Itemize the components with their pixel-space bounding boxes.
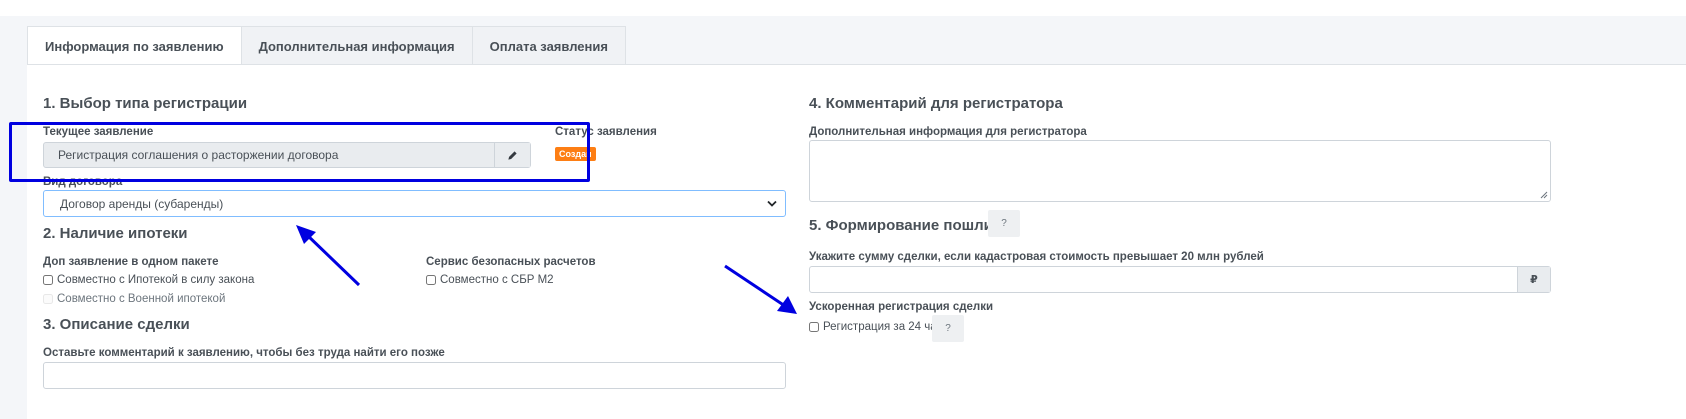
section3-title: 3. Описание сделки — [43, 316, 190, 333]
tab-payment[interactable]: Оплата заявления — [471, 26, 626, 65]
mortgage-by-law-checkbox[interactable]: Совместно с Ипотекой в силу закона — [43, 274, 254, 286]
current-application-field: Регистрация соглашения о расторжении дог… — [43, 142, 531, 168]
pencil-icon — [508, 150, 517, 160]
mortgage-by-law-input[interactable] — [43, 275, 53, 285]
tab-additional-info[interactable]: Дополнительная информация — [240, 26, 473, 65]
current-application-label: Текущее заявление — [43, 126, 154, 138]
fee-help-button[interactable]: ? — [988, 210, 1020, 237]
safe-payments-label: Сервис безопасных расчетов — [426, 256, 596, 268]
deal-sum-input[interactable]: ₽ — [809, 266, 1551, 293]
ruble-icon: ₽ — [1517, 267, 1550, 292]
current-application-value: Регистрация соглашения о расторжении дог… — [58, 148, 339, 162]
registrar-info-textarea[interactable] — [809, 140, 1551, 202]
package-label: Доп заявление в одном пакете — [43, 256, 219, 268]
comment-label: Оставьте комментарий к заявлению, чтобы … — [43, 347, 445, 359]
registration-24h-input[interactable] — [809, 322, 819, 332]
section5-title: 5. Формирование пошлины — [809, 217, 1015, 234]
contract-type-select[interactable]: Договор аренды (субаренды) — [43, 190, 786, 217]
military-mortgage-checkbox: Совместно с Военной ипотекой — [43, 293, 225, 305]
comment-input[interactable] — [43, 362, 786, 389]
military-mortgage-text: Совместно с Военной ипотекой — [57, 293, 226, 305]
registration-24h-text: Регистрация за 24 часа — [823, 321, 949, 333]
section2-title: 2. Наличие ипотеки — [43, 225, 188, 242]
sbr-m2-checkbox[interactable]: Совместно с СБР М2 — [426, 274, 554, 286]
chevron-down-icon — [767, 200, 777, 207]
tab-application-info[interactable]: Информация по заявлению — [27, 26, 242, 66]
mortgage-by-law-text: Совместно с Ипотекой в силу закона — [57, 274, 255, 286]
top-band — [0, 0, 1686, 16]
resize-grip-icon[interactable] — [1540, 191, 1548, 199]
contract-type-label: Вид договора — [43, 176, 123, 188]
fast-registration-label: Ускоренная регистрация сделки — [809, 301, 994, 313]
status-badge: Создан — [555, 147, 596, 161]
section4-title: 4. Комментарий для регистратора — [809, 95, 1063, 112]
sbr-m2-input[interactable] — [426, 275, 436, 285]
contract-type-value: Договор аренды (субаренды) — [60, 196, 224, 211]
status-label: Статус заявления — [555, 126, 657, 138]
edit-application-button[interactable] — [494, 143, 530, 167]
military-mortgage-input — [43, 294, 53, 304]
deal-sum-label: Укажите сумму сделки, если кадастровая с… — [809, 251, 1264, 263]
registration-24h-checkbox[interactable]: Регистрация за 24 часа — [809, 321, 949, 333]
section1-title: 1. Выбор типа регистрации — [43, 95, 248, 112]
sbr-m2-text: Совместно с СБР М2 — [440, 274, 554, 286]
registrar-info-label: Дополнительная информация для регистрато… — [809, 126, 1087, 138]
tab-bar: Информация по заявлению Дополнительная и… — [27, 26, 626, 66]
fast-registration-help-button[interactable]: ? — [932, 315, 964, 342]
